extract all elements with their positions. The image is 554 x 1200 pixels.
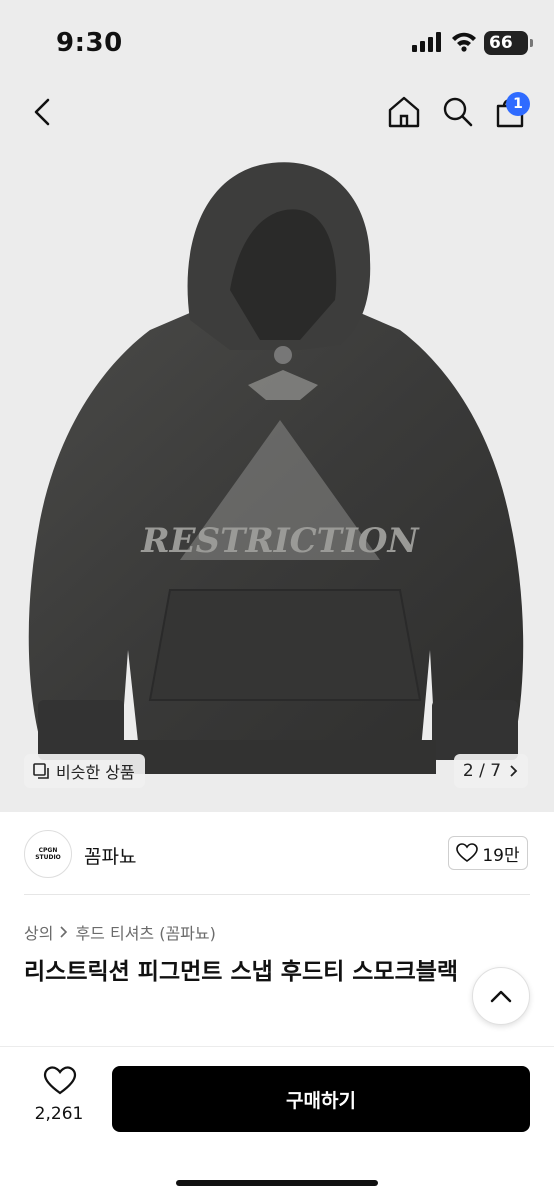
chevron-right-icon (510, 765, 518, 777)
breadcrumb: 상의 후드 티셔츠 (꼼파뇨) (24, 920, 216, 944)
favorite-count: 2,261 (34, 1104, 84, 1124)
store-like-button[interactable]: 19만 (448, 836, 528, 870)
copy-icon (33, 763, 49, 779)
image-counter[interactable]: 2 / 7 (454, 754, 528, 788)
chevron-up-icon (490, 990, 512, 1003)
divider (24, 894, 530, 895)
status-bar: 9:30 66 (0, 0, 554, 80)
home-indicator (176, 1180, 378, 1186)
print-graphic-text: RESTRICTION (140, 521, 420, 561)
cellular-signal-icon (412, 32, 441, 52)
heart-icon (456, 843, 479, 862)
store-name[interactable]: 꼼파뇨 (84, 842, 136, 869)
similar-products-label: 비슷한 상품 (56, 763, 135, 782)
chevron-right-icon (60, 926, 68, 938)
store-like-count: 19만 (482, 845, 520, 866)
status-time: 9:30 (56, 28, 123, 58)
heart-icon (43, 1066, 77, 1095)
product-title: 리스트릭션 피그먼트 스냅 후드티 스모크블랙 (24, 959, 459, 985)
breadcrumb-item-subcategory[interactable]: 후드 티셔츠 (꼼파뇨) (75, 920, 215, 944)
battery-indicator: 66 (484, 31, 528, 55)
scroll-top-button[interactable] (472, 967, 530, 1025)
favorite-button[interactable] (30, 1066, 90, 1100)
back-arrow-icon[interactable] (26, 92, 62, 132)
cart-count-badge: 1 (506, 92, 530, 116)
wifi-icon (452, 32, 476, 52)
image-counter-text: 2 / 7 (462, 761, 502, 781)
similar-products-button[interactable]: 비슷한 상품 (24, 754, 145, 788)
search-icon[interactable] (438, 92, 478, 132)
breadcrumb-item-category[interactable]: 상의 (24, 920, 53, 944)
store-logo[interactable]: CPGN STUDIO (24, 830, 72, 878)
battery-cap (530, 39, 533, 47)
buy-button[interactable]: 구매하기 (112, 1066, 530, 1132)
home-icon[interactable] (384, 92, 424, 132)
store-logo-text: CPGN STUDIO (35, 847, 61, 861)
battery-level: 66 (489, 33, 513, 53)
